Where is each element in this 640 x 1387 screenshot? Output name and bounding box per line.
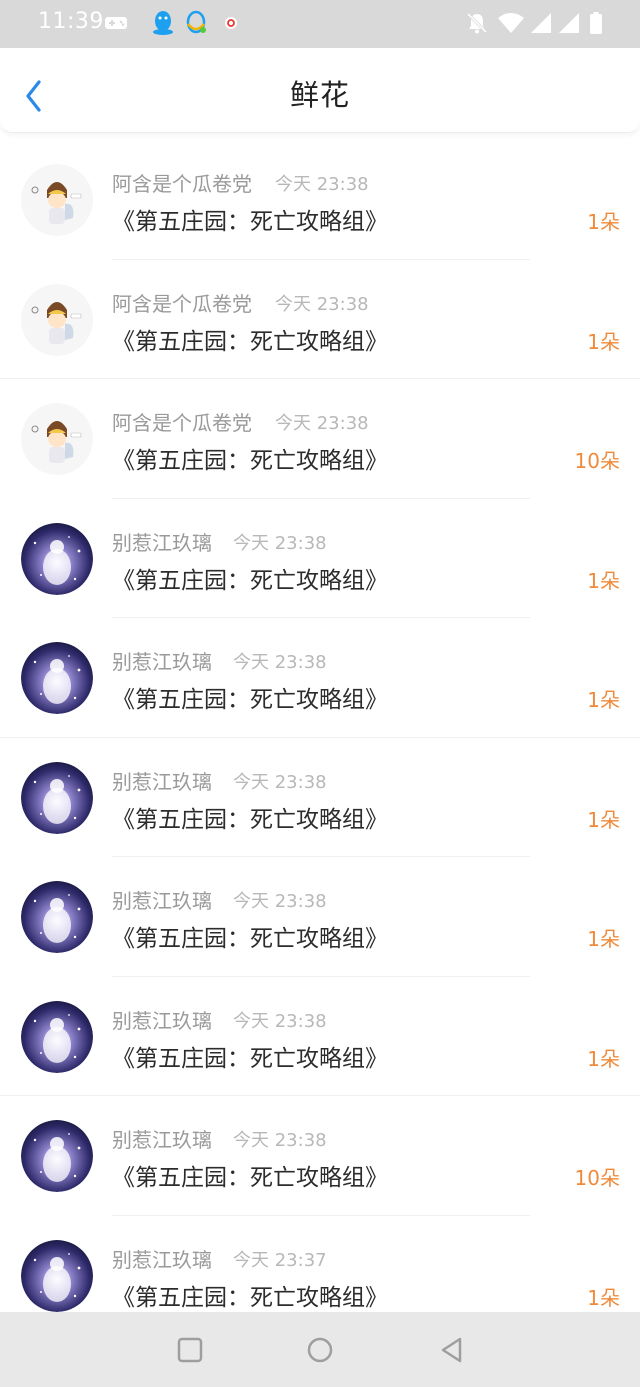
timestamp: 今天 23:38	[233, 652, 327, 673]
avatar[interactable]	[21, 283, 93, 356]
work-title[interactable]: 《第五庄园：死亡攻略组》	[112, 1158, 388, 1192]
flower-count: 1朵	[587, 568, 620, 593]
avatar[interactable]	[21, 642, 93, 714]
work-title[interactable]: 《第五庄园：死亡攻略组》	[112, 441, 388, 475]
avatar[interactable]	[21, 164, 93, 236]
timestamp: 今天 23:38	[275, 293, 369, 315]
flower-count: 1朵	[587, 688, 620, 712]
flower-count: 1朵	[587, 1046, 620, 1071]
avatar[interactable]	[21, 1000, 93, 1073]
work-title[interactable]: 《第五庄园：死亡攻略组》	[112, 1039, 388, 1073]
sender-name[interactable]: 别惹江玖璃	[112, 766, 212, 795]
battery-icon	[590, 10, 602, 36]
back-nav-button[interactable]	[438, 1336, 466, 1364]
timestamp: 今天 23:37	[233, 1249, 327, 1271]
list-item[interactable]: 别惹江玖璃 今天 23:38 《第五庄园：死亡攻略组》 1朵	[0, 977, 640, 1096]
wifi-icon	[497, 10, 525, 36]
list-item[interactable]: 别惹江玖璃 今天 23:38 《第五庄园：死亡攻略组》 1朵	[0, 618, 640, 738]
timestamp: 今天 23:38	[275, 174, 369, 195]
avatar[interactable]	[21, 1239, 93, 1312]
list-item[interactable]: 阿含是个瓜卷党 今天 23:38 《第五庄园：死亡攻略组》 10朵	[0, 379, 640, 499]
sender-name[interactable]: 别惹江玖璃	[112, 527, 212, 556]
work-title[interactable]: 《第五庄园：死亡攻略组》	[112, 919, 388, 953]
sender-name[interactable]: 阿含是个瓜卷党	[112, 288, 252, 317]
work-title[interactable]: 《第五庄园：死亡攻略组》	[112, 680, 388, 714]
sender-name[interactable]: 别惹江玖璃	[112, 646, 212, 675]
flower-count: 1朵	[587, 927, 620, 951]
sender-name[interactable]: 别惹江玖璃	[112, 1124, 212, 1153]
page-title: 鲜花	[289, 78, 350, 112]
app-header: 鲜花	[0, 48, 640, 133]
list-item[interactable]: 别惹江玖璃 今天 23:38 《第五庄园：死亡攻略组》 10朵	[0, 1096, 640, 1216]
work-title[interactable]: 《第五庄园：死亡攻略组》	[112, 322, 388, 356]
list-item[interactable]: 阿含是个瓜卷党 今天 23:38 《第五庄园：死亡攻略组》 1朵	[0, 260, 640, 379]
sender-name[interactable]: 别惹江玖璃	[112, 1005, 212, 1034]
qq-penguin-icon	[152, 10, 174, 36]
sender-name[interactable]: 别惹江玖璃	[112, 1244, 212, 1273]
status-bar: 11:39	[0, 0, 640, 48]
flower-count: 10朵	[574, 1166, 620, 1190]
flower-count: 1朵	[587, 329, 620, 354]
back-triangle-icon	[441, 1337, 462, 1363]
list-item[interactable]: 别惹江玖璃 今天 23:37 《第五庄园：死亡攻略组》 1朵	[0, 1216, 640, 1313]
recents-square-icon	[177, 1337, 203, 1363]
work-title[interactable]: 《第五庄园：死亡攻略组》	[112, 800, 388, 834]
timestamp: 今天 23:38	[233, 532, 327, 554]
timestamp: 今天 23:38	[233, 891, 327, 912]
avatar[interactable]	[21, 1120, 93, 1192]
sender-name[interactable]: 别惹江玖璃	[112, 885, 212, 914]
list-item[interactable]: 别惹江玖璃 今天 23:38 《第五庄园：死亡攻略组》 1朵	[0, 499, 640, 618]
qq-support-icon	[184, 10, 208, 36]
flower-count: 1朵	[587, 210, 620, 234]
list-item[interactable]: 别惹江玖璃 今天 23:38 《第五庄园：死亡攻略组》 1朵	[0, 857, 640, 977]
notification-dot-icon	[224, 10, 238, 36]
home-circle-icon	[307, 1337, 333, 1363]
gamepad-icon	[104, 10, 128, 36]
signal-icon	[558, 10, 580, 36]
work-title[interactable]: 《第五庄园：死亡攻略组》	[112, 202, 388, 236]
timestamp: 今天 23:38	[233, 1130, 327, 1151]
avatar[interactable]	[21, 403, 93, 475]
sender-name[interactable]: 阿含是个瓜卷党	[112, 407, 252, 436]
list-item[interactable]: 别惹江玖璃 今天 23:38 《第五庄园：死亡攻略组》 1朵	[0, 738, 640, 857]
flower-count: 1朵	[587, 1285, 620, 1310]
avatar[interactable]	[21, 761, 93, 834]
avatar[interactable]	[21, 522, 93, 595]
timestamp: 今天 23:38	[233, 1010, 327, 1032]
avatar[interactable]	[21, 881, 93, 953]
work-title[interactable]: 《第五庄园：死亡攻略组》	[112, 1278, 388, 1312]
system-navigation-bar	[0, 1312, 640, 1387]
timestamp: 今天 23:38	[233, 771, 327, 793]
status-time: 11:39	[38, 9, 104, 34]
signal-icon	[530, 10, 552, 36]
flower-record-list[interactable]: 阿含是个瓜卷党 今天 23:38 《第五庄园：死亡攻略组》 1朵 阿含是个瓜卷党 今天 2…	[0, 140, 640, 1312]
timestamp: 今天 23:38	[275, 413, 369, 434]
list-item[interactable]: 阿含是个瓜卷党 今天 23:38 《第五庄园：死亡攻略组》 1朵	[0, 140, 640, 260]
flower-count: 10朵	[574, 449, 620, 473]
flower-count: 1朵	[587, 807, 620, 832]
work-title[interactable]: 《第五庄园：死亡攻略组》	[112, 561, 388, 595]
sender-name[interactable]: 阿含是个瓜卷党	[112, 168, 252, 197]
home-button[interactable]	[306, 1336, 334, 1364]
recents-button[interactable]	[176, 1336, 204, 1364]
mute-bell-icon	[465, 10, 489, 36]
